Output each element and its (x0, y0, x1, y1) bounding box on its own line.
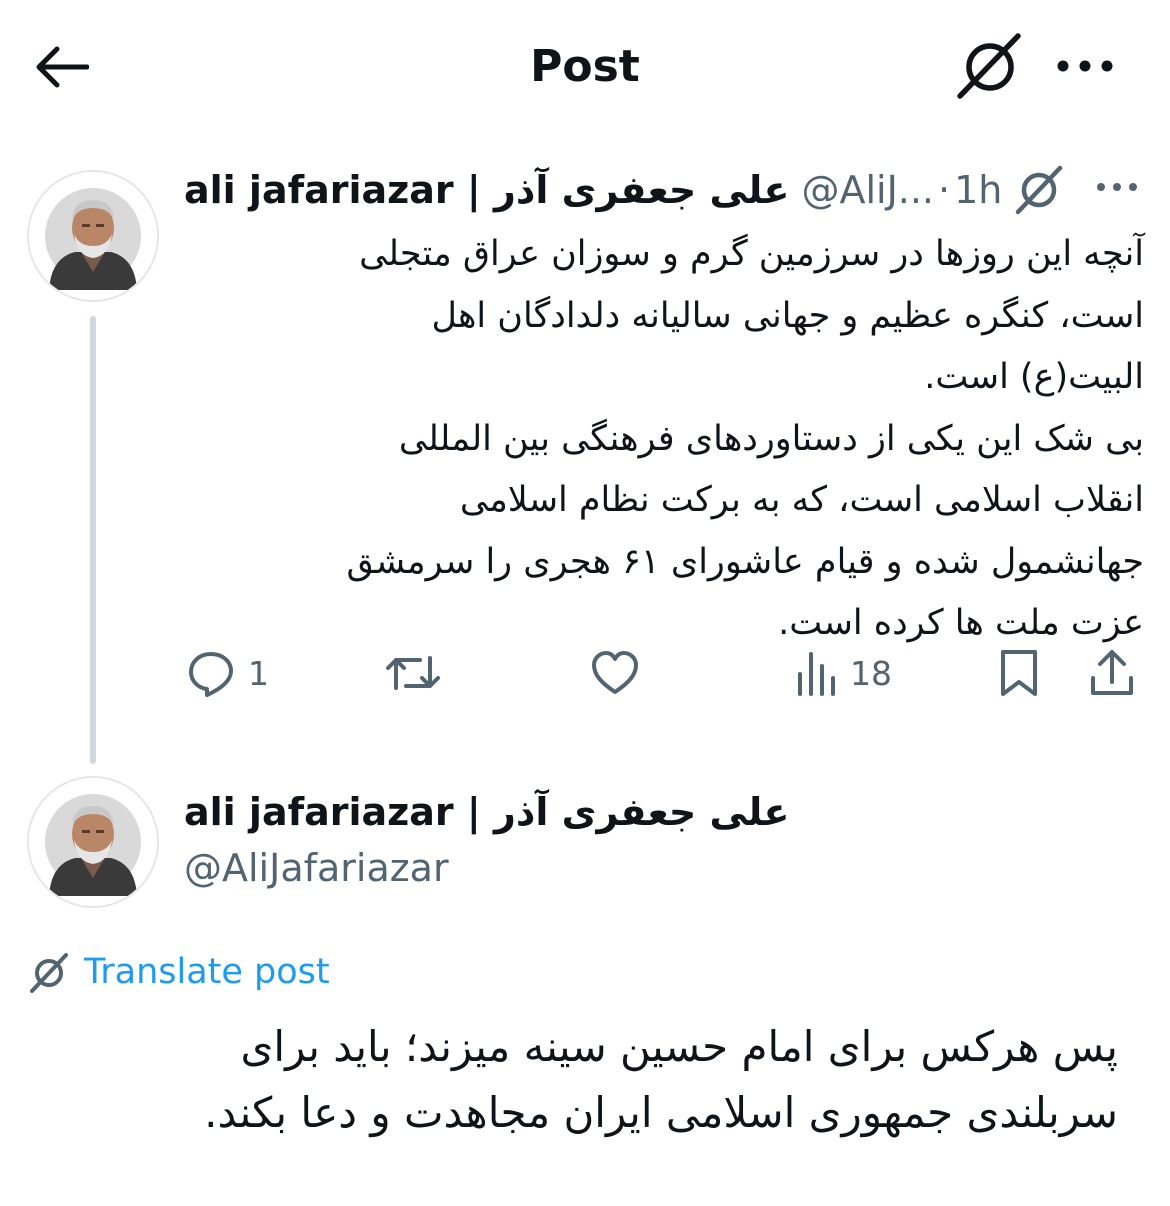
tweet-text-line: البیت(ع) است. (924, 357, 1144, 397)
author-display-name[interactable]: ali jafariazar | علی جعفری آذر (184, 790, 789, 834)
translate-button[interactable] (952, 32, 1030, 100)
share-icon (1091, 650, 1133, 695)
profile-photo (29, 172, 157, 300)
tweet-text-line: پس هرکس برای امام حسین سینه میزند؛ باید … (240, 1022, 1118, 1071)
author-handle[interactable]: @AliJ... (801, 168, 934, 212)
reply-button[interactable]: 1 (186, 642, 269, 704)
reply-count: 1 (248, 653, 269, 693)
avatar[interactable] (27, 170, 159, 302)
views-icon (798, 652, 835, 696)
tweet-more-button[interactable] (1092, 172, 1142, 202)
avatar[interactable] (27, 776, 159, 908)
tweet-meta: ali jafariazar | علی جعفری آذر @AliJ... … (184, 162, 1002, 218)
heart-icon (592, 651, 638, 694)
tweet-text-line: جهانشمول شده و قیام عاشورای ۶۱ هجری را س… (346, 541, 1144, 582)
timestamp[interactable]: 1h (954, 168, 1002, 212)
more-options-button[interactable] (1050, 44, 1120, 88)
translate-icon (30, 953, 68, 993)
profile-photo (29, 778, 157, 906)
post-detail-page: Post ali jafariazar | علی جعفری آذر @Ali… (0, 0, 1170, 1206)
thread-connector-line (90, 316, 96, 764)
tweet-text: آنچه این روزها در سرزمین گرم و سوزان عرا… (184, 224, 1144, 655)
tweet-text: پس هرکس برای امام حسین سینه میزند؛ باید … (60, 1014, 1118, 1146)
top-app-bar: Post (0, 0, 1170, 134)
author-handle[interactable]: @AliJafariazar (184, 846, 449, 890)
translate-icon (1015, 165, 1063, 215)
tweet-text-line: بی شک این یکی از دستاوردهای فرهنگی بین ا… (398, 418, 1144, 459)
tweet-text-line: است، کنگره عظیم و جهانی سالیانه دلدادگان… (431, 295, 1144, 336)
tweet-text-line: سربلندی جمهوری اسلامی ایران مجاهدت و دعا… (204, 1088, 1118, 1137)
views-button[interactable]: 18 (796, 642, 892, 704)
more-horizontal-icon (1057, 60, 1113, 72)
repost-icon (386, 656, 440, 690)
views-count: 18 (850, 653, 892, 693)
tweet-text-line: انقلاب اسلامی است، که به برکت نظام اسلام… (459, 480, 1144, 520)
share-button[interactable] (1088, 642, 1136, 704)
translate-post-label[interactable]: Translate post (84, 952, 330, 992)
tweet-text-line: آنچه این روزها در سرزمین گرم و سوزان عرا… (359, 234, 1144, 274)
bookmark-icon (1001, 650, 1037, 696)
like-button[interactable] (590, 642, 652, 704)
separator-dot: · (938, 168, 951, 212)
translate-post-link[interactable]: Translate post (26, 946, 330, 998)
reply-icon (189, 652, 233, 697)
author-display-name[interactable]: ali jafariazar | علی جعفری آذر (184, 168, 789, 212)
tweet-translate-button[interactable] (1010, 160, 1068, 218)
translate-icon (957, 33, 1021, 99)
bookmark-button[interactable] (998, 642, 1040, 704)
repost-button[interactable] (384, 642, 454, 704)
more-horizontal-icon (1097, 183, 1137, 191)
